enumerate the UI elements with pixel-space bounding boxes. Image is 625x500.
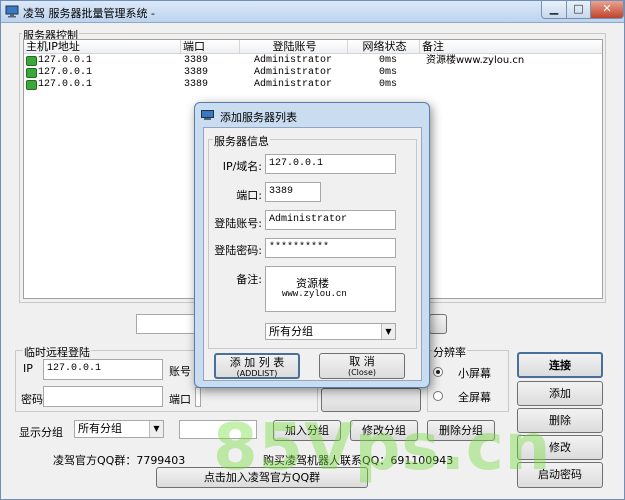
row-account: Administrator <box>254 79 333 90</box>
remote-port-input[interactable] <box>195 387 201 407</box>
add-list-label: 添 加 列 表 <box>229 356 285 369</box>
server-info-title: 服务器信息 <box>213 133 270 149</box>
small-screen-radio[interactable] <box>433 367 443 377</box>
window-title: 凌驾 服务器批量管理系统 - <box>23 7 155 20</box>
dialog-note-line2: www.zylou.cn <box>282 289 347 299</box>
connect-button[interactable]: 连接 <box>517 352 603 378</box>
column-header-ip[interactable]: 主机IP地址 <box>24 40 181 54</box>
group-filter-value: 所有分组 <box>78 422 122 435</box>
maximize-button[interactable]: □ <box>566 1 591 19</box>
hidden-input[interactable] <box>136 314 196 334</box>
add-button[interactable]: 添加 <box>517 381 603 406</box>
dialog-group-select[interactable]: 所有分组 ▼ <box>265 323 396 340</box>
main-window: 凌驾 服务器批量管理系统 - ▁ □ ✕ 服务器控制 主机IP地址 端口 登陆账… <box>0 0 625 500</box>
account-label: 账号 <box>169 365 191 378</box>
full-screen-label: 全屏幕 <box>458 391 491 404</box>
server-online-icon <box>26 56 37 66</box>
dialog-account-label: 登陆账号: <box>214 217 262 230</box>
maximize-icon: □ <box>573 2 584 15</box>
dialog-group-value: 所有分组 <box>269 325 313 338</box>
row-note: 资源楼www.zylou.cn <box>426 55 525 66</box>
chevron-down-icon: ▼ <box>149 421 163 437</box>
table-row[interactable]: 127.0.0.1 3389 Administrator 0ms 资源楼www.… <box>24 55 602 67</box>
column-header-port[interactable]: 端口 <box>181 40 240 54</box>
app-monitor-icon <box>5 5 19 18</box>
dialog-password-label: 登陆密码: <box>214 244 262 257</box>
add-list-sublabel: (ADDLIST) <box>236 369 278 378</box>
server-online-icon <box>26 68 37 78</box>
dialog-port-input[interactable]: 3389 <box>265 182 321 202</box>
row-ip: 127.0.0.1 <box>38 67 93 78</box>
group-filter-select[interactable]: 所有分组 ▼ <box>74 420 164 438</box>
close-button[interactable]: ✕ <box>590 1 624 19</box>
cancel-button[interactable]: 取 消 (Close) <box>319 353 405 379</box>
close-icon: ✕ <box>602 2 612 15</box>
remote-login-title: 临时远程登陆 <box>23 344 91 360</box>
dialog-note-label: 备注: <box>236 273 262 286</box>
remote-password-input[interactable] <box>43 386 163 407</box>
remote-ip-input[interactable]: 127.0.0.1 <box>43 359 163 380</box>
chevron-down-icon: ▼ <box>381 324 395 339</box>
row-port: 3389 <box>184 67 209 78</box>
dialog-note-textarea[interactable]: 资源楼 www.zylou.cn <box>265 266 396 312</box>
cancel-sublabel: (Close) <box>347 368 377 377</box>
show-group-label: 显示分组 <box>19 426 63 439</box>
watermark: 85Vps.cn <box>213 411 552 485</box>
row-account: Administrator <box>254 67 333 78</box>
row-status: 0ms <box>379 55 398 66</box>
row-status: 0ms <box>379 79 398 90</box>
row-status: 0ms <box>379 67 398 78</box>
dialog-account-input[interactable]: Administrator <box>265 210 396 230</box>
dialog-ip-label: IP/域名: <box>222 160 262 173</box>
minimize-icon: ▁ <box>549 2 559 15</box>
row-port: 3389 <box>184 79 209 90</box>
dialog-port-label: 端口: <box>236 189 262 202</box>
row-port: 3389 <box>184 55 209 66</box>
minimize-button[interactable]: ▁ <box>541 1 567 19</box>
resolution-title: 分辨率 <box>432 344 467 360</box>
table-row[interactable]: 127.0.0.1 3389 Administrator 0ms <box>24 79 602 91</box>
title-bar[interactable]: 凌驾 服务器批量管理系统 - ▁ □ ✕ <box>1 1 624 23</box>
row-ip: 127.0.0.1 <box>38 79 93 90</box>
row-account: Administrator <box>254 55 333 66</box>
small-screen-label: 小屏幕 <box>458 367 491 380</box>
table-header: 主机IP地址 端口 登陆账号 网络状态 备注 <box>24 40 602 54</box>
column-header-account[interactable]: 登陆账号 <box>240 40 348 54</box>
hidden-button[interactable] <box>429 314 447 334</box>
column-header-note[interactable]: 备注 <box>420 40 602 54</box>
qq-group-text: 凌驾官方QQ群：7799403 <box>53 454 186 467</box>
dialog-monitor-icon <box>201 110 214 120</box>
add-server-dialog: 添加服务器列表 服务器信息 IP/域名: 127.0.0.1 端口: 3389 … <box>194 102 430 388</box>
remote-connect-button[interactable] <box>321 388 421 412</box>
dialog-title: 添加服务器列表 <box>220 111 297 124</box>
dialog-ip-input[interactable]: 127.0.0.1 <box>265 154 396 174</box>
column-header-status[interactable]: 网络状态 <box>348 40 420 54</box>
full-screen-radio[interactable] <box>433 391 443 401</box>
server-online-icon <box>26 80 37 90</box>
dialog-password-input[interactable]: ********** <box>265 238 396 258</box>
add-list-button[interactable]: 添 加 列 表 (ADDLIST) <box>214 353 300 379</box>
table-row[interactable]: 127.0.0.1 3389 Administrator 0ms <box>24 67 602 79</box>
dialog-body: 服务器信息 IP/域名: 127.0.0.1 端口: 3389 登陆账号: Ad… <box>203 127 422 381</box>
cancel-label: 取 消 <box>349 355 375 368</box>
ip-label: IP <box>23 362 33 375</box>
password-label: 密码 <box>21 393 43 406</box>
row-ip: 127.0.0.1 <box>38 55 93 66</box>
port-label: 端口 <box>169 393 191 406</box>
